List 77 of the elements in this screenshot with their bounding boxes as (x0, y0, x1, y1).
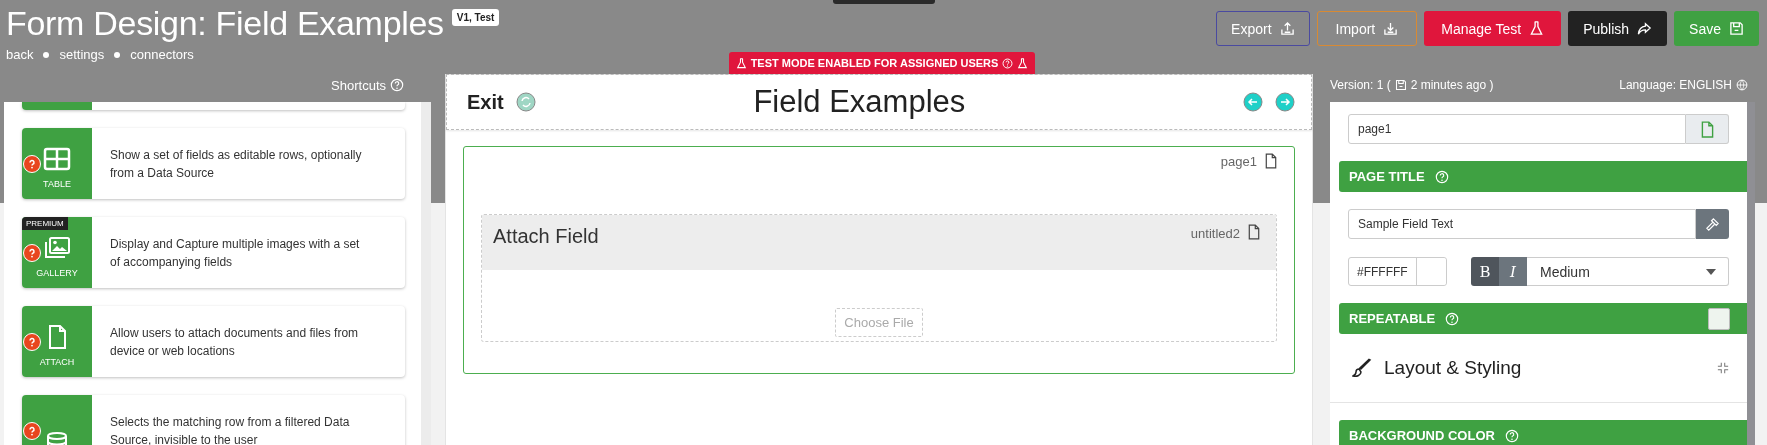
tile-label: TABLE (43, 179, 71, 189)
tile-label: GALLERY (36, 268, 78, 278)
separator-dot (114, 51, 121, 58)
dropdown-caret-icon (1706, 268, 1716, 275)
help-icon[interactable] (1445, 311, 1460, 326)
shortcut-description: Selects the matching row from a filtered Data Source, invisible to the user (110, 413, 351, 445)
field-name: untitled2 (1190, 226, 1240, 241)
size-dropdown[interactable]: Medium (1527, 257, 1729, 286)
language-label: Language: ENGLISH (1619, 78, 1732, 92)
page-name: page1 (1220, 153, 1257, 169)
hammer-icon (1705, 216, 1720, 232)
shortcut-card[interactable] (22, 102, 405, 110)
help-badge (23, 333, 41, 351)
toolbar-button[interactable]: Import (1316, 11, 1418, 46)
section-label: REPEATABLE (1349, 311, 1436, 326)
shortcut-description: Allow users to attach documents and files from device or web locations (110, 324, 360, 360)
shortcut-description: Display and Capture multiple images with a set of accompanying fields (110, 235, 361, 271)
page-title: Form Design: Field Examples (6, 4, 444, 43)
next-icon[interactable] (1275, 92, 1295, 112)
save-icon (1729, 21, 1744, 36)
section-label: BACKGROUND COLOR (1349, 428, 1495, 443)
exit-button[interactable]: Exit (467, 90, 504, 114)
version-label: Version: 1 ( (1330, 78, 1391, 92)
save-icon (1394, 79, 1407, 91)
help-icon[interactable] (1504, 428, 1519, 443)
document-icon (1265, 153, 1277, 169)
document-icon (1248, 224, 1260, 240)
help-badge (23, 422, 41, 440)
images-icon (43, 236, 71, 260)
separator-dot (43, 51, 50, 58)
table-icon (43, 147, 71, 171)
page-container[interactable]: page1 Attach Field untitled2 Choose File (463, 146, 1295, 374)
repeatable-checkbox[interactable] (1708, 307, 1730, 330)
field-title: Attach Field (493, 225, 600, 248)
shortcut-card[interactable]: PREMIUM GALLERY Display and Capture multiple images with a set of accompanying fields (22, 217, 405, 288)
attach-field[interactable]: Attach Field untitled2 Choose File (481, 214, 1277, 342)
shortcuts-label: Shortcuts (331, 77, 386, 93)
collapse-icon (1717, 362, 1729, 374)
previous-icon[interactable] (1243, 92, 1263, 112)
flask-icon (1529, 21, 1545, 36)
nav-link[interactable]: connectors (130, 47, 194, 62)
page-name-field[interactable]: page1 (1348, 114, 1686, 144)
section-label: PAGE TITLE (1349, 169, 1425, 184)
help-icon[interactable] (390, 78, 404, 92)
shortcut-card[interactable]: ATTACH Allow users to attach documents and files from device or web locations (22, 306, 405, 377)
toolbar-button[interactable]: Manage Test (1424, 11, 1562, 46)
download-icon (1383, 21, 1399, 36)
page-addon[interactable] (1686, 114, 1729, 144)
bold-toggle[interactable]: B (1471, 257, 1499, 286)
refresh-icon[interactable] (515, 92, 536, 112)
help-icon[interactable] (1434, 169, 1449, 184)
color-swatch[interactable] (1416, 258, 1446, 285)
help-badge (23, 244, 41, 262)
format-button[interactable] (1696, 209, 1729, 239)
brush-icon (1352, 358, 1372, 378)
shortcut-card[interactable]: Selects the matching row from a filtered Data Source, invisible to the user (22, 395, 405, 445)
nav-link[interactable]: back (6, 47, 34, 62)
tile-label: ATTACH (39, 357, 75, 367)
shortcut-card[interactable]: TABLE Show a set of fields as editable rows, optionally from a Data Source (22, 128, 405, 199)
nav-link[interactable]: settings (59, 47, 105, 62)
color-field[interactable]: #FFFFFF (1348, 257, 1447, 286)
globe-icon[interactable] (1736, 79, 1748, 91)
premium-badge: PREMIUM (22, 217, 68, 230)
upload-icon (1279, 21, 1295, 36)
form-title: Field Examples (752, 84, 967, 120)
toolbar-button[interactable]: Publish (1568, 11, 1668, 46)
title-text-field[interactable]: Sample Field Text (1348, 209, 1696, 239)
version-badge: V1, Test (451, 9, 500, 26)
section-toggle[interactable]: Layout & Styling (1330, 334, 1747, 403)
shortcut-description: Show a set of fields as editable rows, optionally from a Data Source (110, 146, 363, 182)
saved-time: 2 minutes ago ) (1410, 78, 1494, 92)
share-arrow-icon (1637, 21, 1653, 36)
test-mode-banner: TEST MODE ENABLED FOR ASSIGNED USERS (728, 52, 1036, 74)
italic-toggle[interactable]: I (1499, 257, 1527, 286)
toolbar-button[interactable]: Export (1216, 11, 1310, 46)
document-icon (1700, 120, 1714, 138)
help-badge (23, 155, 41, 173)
